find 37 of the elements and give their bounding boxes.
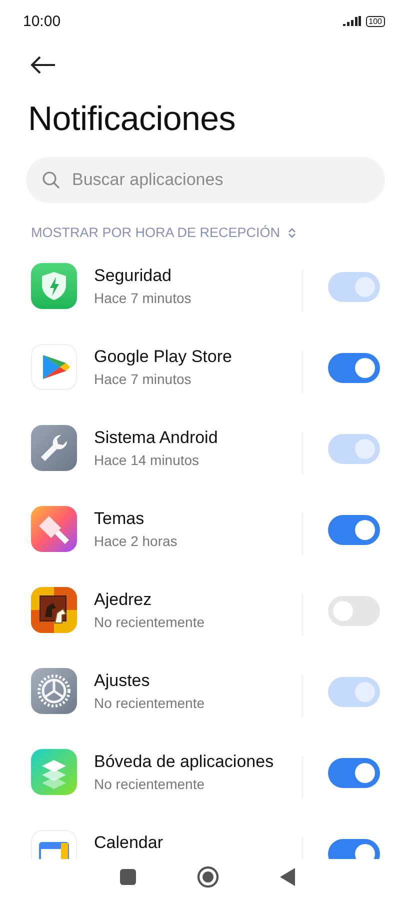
app-name: Sistema Android xyxy=(94,428,219,448)
app-name: Temas xyxy=(94,509,146,529)
status-time: 10:00 xyxy=(23,12,61,30)
app-name: Seguridad xyxy=(94,266,173,286)
app-name: Calendar xyxy=(94,833,164,853)
wrench-icon xyxy=(31,425,77,471)
play-store-icon xyxy=(31,344,77,390)
sort-arrows-icon xyxy=(287,226,298,238)
notification-switch[interactable] xyxy=(328,758,380,788)
brush-icon xyxy=(31,506,77,552)
notification-switch[interactable] xyxy=(328,515,380,545)
last-notification-time: Hace 2 horas xyxy=(94,533,178,549)
last-notification-time: No recientemente xyxy=(94,776,206,792)
sort-selector[interactable]: MOSTRAR POR HORA DE RECEPCIÓN xyxy=(31,225,298,240)
recents-button[interactable] xyxy=(120,869,136,885)
search-field[interactable]: Buscar aplicaciones xyxy=(26,157,385,203)
app-name: Google Play Store xyxy=(94,347,233,367)
last-notification-time: No recientemente xyxy=(94,695,206,711)
gear-icon xyxy=(31,668,77,714)
layers-icon xyxy=(31,749,77,795)
back-button[interactable] xyxy=(280,868,296,886)
home-button[interactable] xyxy=(196,866,219,888)
notification-switch[interactable] xyxy=(328,353,380,383)
last-notification-time: Hace 7 minutos xyxy=(94,290,192,306)
last-notification-time: Hace 7 minutos xyxy=(94,371,192,387)
app-name: Bóveda de aplicaciones xyxy=(94,752,275,772)
last-notification-time: Hace 14 minutos xyxy=(94,452,200,468)
chess-board-icon xyxy=(31,587,77,633)
notification-switch[interactable] xyxy=(328,596,380,626)
page-title: Notificaciones xyxy=(28,100,236,139)
battery-level: 100 xyxy=(366,16,385,26)
signal-icon xyxy=(342,16,361,26)
shield-icon xyxy=(31,263,77,309)
back-arrow-icon[interactable] xyxy=(30,56,56,74)
app-name: Ajedrez xyxy=(94,590,153,610)
app-name: Ajustes xyxy=(94,671,151,691)
last-notification-time: No recientemente xyxy=(94,614,206,630)
